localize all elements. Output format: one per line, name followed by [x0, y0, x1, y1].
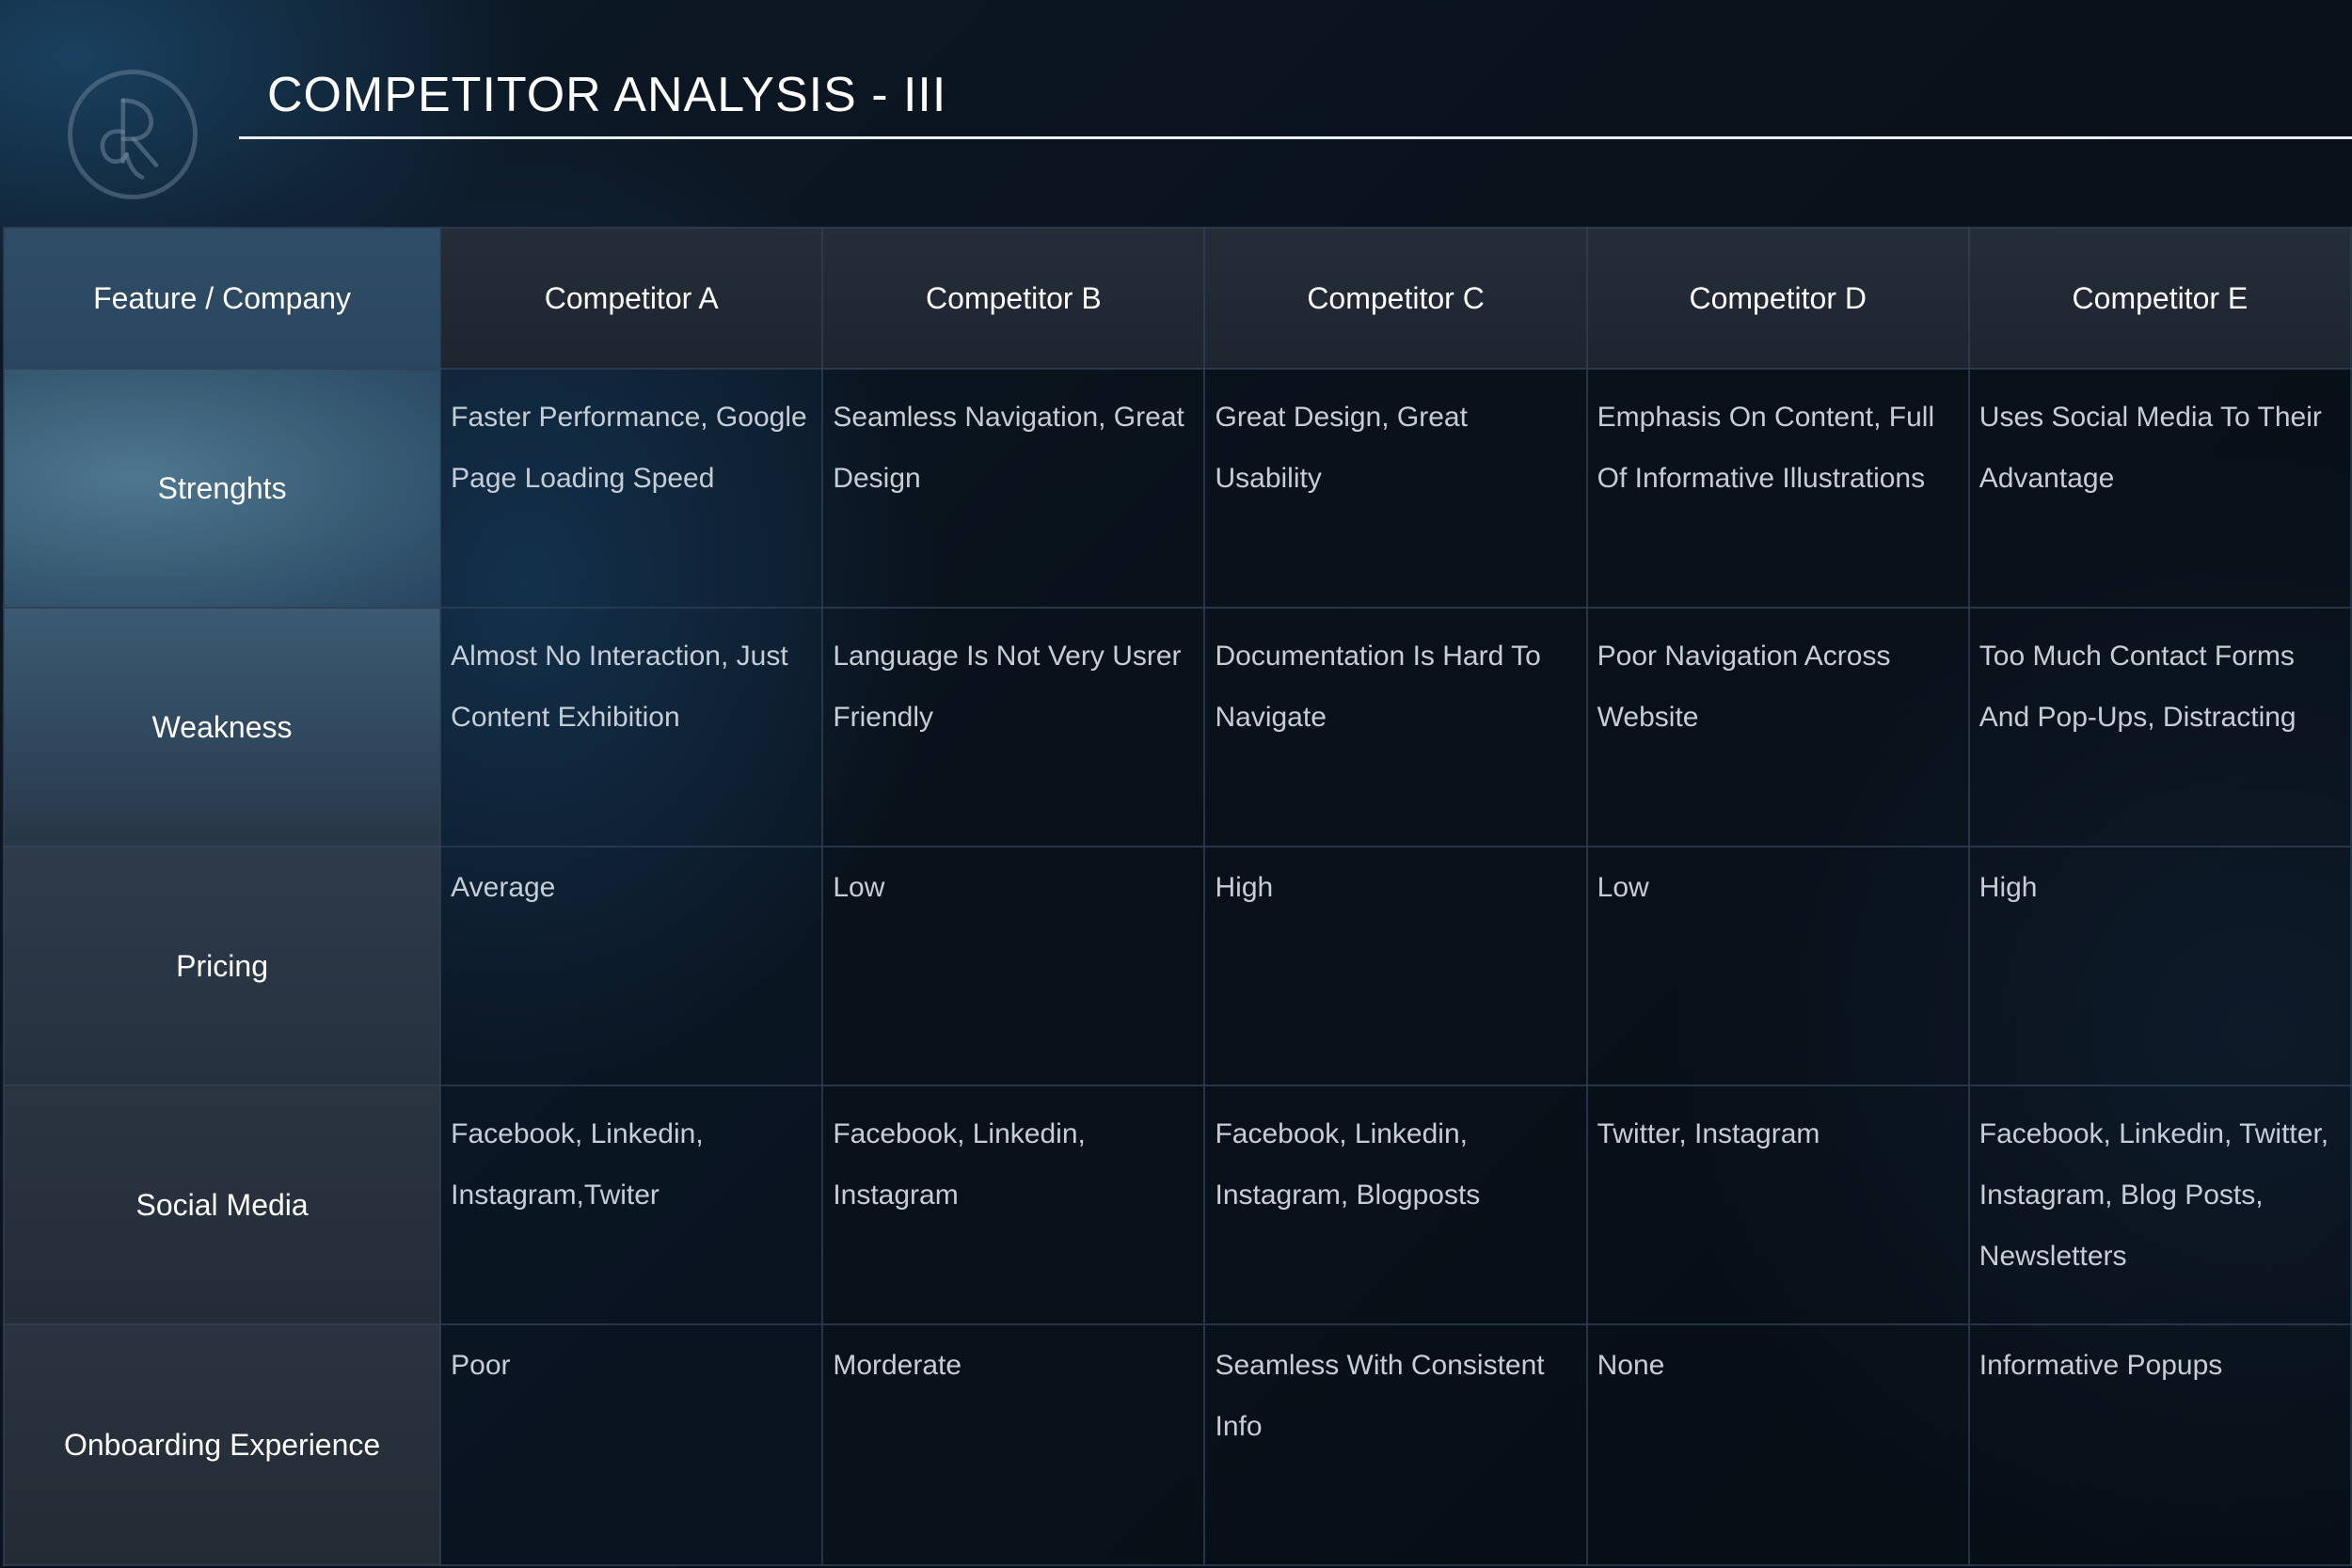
table-cell: Poor Navigation Across Website: [1585, 607, 1970, 847]
table-cell: Language Is Not Very Usrer Friendly: [821, 607, 1206, 847]
table-cell: Seamless With Consistent Info: [1203, 1323, 1588, 1566]
comparison-table: Feature / Company Competitor A Competito…: [2, 227, 2352, 1566]
row-label-social-media: Social Media: [2, 1085, 442, 1325]
page-title: COMPETITOR ANALYSIS - III: [267, 68, 947, 122]
table-cell: Twitter, Instagram: [1585, 1085, 1970, 1325]
table-cell: Informative Popups: [1967, 1323, 2352, 1566]
table-cell: Great Design, Great Usability: [1203, 368, 1588, 609]
table-row-strengths: Strenghts Faster Performance, Google Pag…: [2, 368, 2352, 609]
table-row-weakness: Weakness Almost No Interaction, Just Con…: [2, 607, 2352, 847]
table-cell: Facebook, Linkedin, Instagram, Blogposts: [1203, 1085, 1588, 1325]
header-competitor-c: Competitor C: [1203, 227, 1588, 370]
table-cell: Poor: [439, 1323, 824, 1566]
header-competitor-b: Competitor B: [821, 227, 1206, 370]
row-label-pricing: Pricing: [2, 846, 442, 1086]
table-cell: High: [1967, 846, 2352, 1086]
table-cell: Too Much Contact Forms And Pop-Ups, Dist…: [1967, 607, 2352, 847]
header-competitor-d: Competitor D: [1585, 227, 1970, 370]
table-cell: Almost No Interaction, Just Content Exhi…: [439, 607, 824, 847]
table-cell: Facebook, Linkedin, Instagram,Twiter: [439, 1085, 824, 1325]
table-cell: Average: [439, 846, 824, 1086]
table-cell: None: [1585, 1323, 1970, 1566]
header-competitor-e: Competitor E: [1967, 227, 2352, 370]
table-header-row: Feature / Company Competitor A Competito…: [2, 227, 2352, 370]
table-cell: High: [1203, 846, 1588, 1086]
table-cell: Facebook, Linkedin, Twitter, Instagram, …: [1967, 1085, 2352, 1325]
table-row-onboarding-experience: Onboarding Experience Poor Morderate Sea…: [2, 1323, 2352, 1566]
table-cell: Documentation Is Hard To Navigate: [1203, 607, 1588, 847]
header-feature-company: Feature / Company: [2, 227, 442, 370]
row-label-onboarding-experience: Onboarding Experience: [2, 1323, 442, 1566]
table-cell: Faster Performance, Google Page Loading …: [439, 368, 824, 609]
row-label-weakness: Weakness: [2, 607, 442, 847]
title-divider: [239, 136, 2352, 139]
table-cell: Seamless Navigation, Great Design: [821, 368, 1206, 609]
table-row-pricing: Pricing Average Low High Low High: [2, 846, 2352, 1086]
table-cell: Low: [821, 846, 1206, 1086]
logo: [68, 70, 198, 199]
dr-monogram-icon: [100, 98, 159, 180]
table-row-social-media: Social Media Facebook, Linkedin, Instagr…: [2, 1085, 2352, 1325]
table-cell: Low: [1585, 846, 1970, 1086]
table-cell: Morderate: [821, 1323, 1206, 1566]
header-competitor-a: Competitor A: [439, 227, 824, 370]
table-cell: Facebook, Linkedin, Instagram: [821, 1085, 1206, 1325]
row-label-strengths: Strenghts: [2, 368, 442, 609]
table-cell: Emphasis On Content, Full Of Informative…: [1585, 368, 1970, 609]
table-cell: Uses Social Media To Their Advantage: [1967, 368, 2352, 609]
